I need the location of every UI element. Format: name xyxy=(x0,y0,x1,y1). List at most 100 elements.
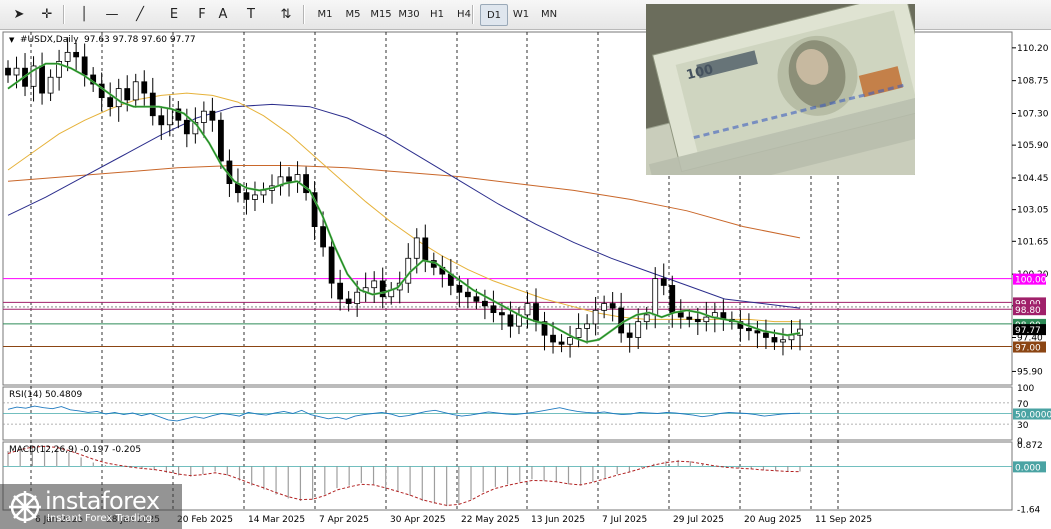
brand-tagline: Instant Forex Trading xyxy=(47,513,153,524)
candle-body xyxy=(771,337,778,343)
candle-body xyxy=(413,237,420,259)
candle-body xyxy=(575,328,582,338)
level-badge-label: 97.00 xyxy=(1015,344,1041,354)
candle-body xyxy=(601,303,608,311)
date-label: 30 Apr 2025 xyxy=(390,515,446,525)
trendline-icon[interactable]: ╱ xyxy=(129,4,151,24)
candle-body xyxy=(482,300,488,307)
candle-body xyxy=(107,97,114,108)
text-icon[interactable]: A xyxy=(212,4,234,24)
price-tick-label: 101.65 xyxy=(1017,237,1049,247)
candle-body xyxy=(524,303,531,316)
candle-body xyxy=(158,115,165,126)
candle-body xyxy=(686,316,693,320)
horizontal-line-icon[interactable]: — xyxy=(101,4,123,24)
toolbar-separator xyxy=(63,5,65,24)
arrows-icon[interactable]: ⇅ xyxy=(275,4,297,24)
macd-tick-label: 0.872 xyxy=(1017,441,1043,451)
crosshair-icon[interactable]: ✛ xyxy=(36,4,58,24)
text-label-icon[interactable]: T xyxy=(240,4,262,24)
candle-body xyxy=(533,303,539,323)
candle-body xyxy=(209,110,216,121)
candle-body xyxy=(132,81,139,101)
timeframe-m1-button[interactable]: M1 xyxy=(312,4,338,24)
candle-body xyxy=(337,282,344,300)
toolbar-separator xyxy=(303,5,305,24)
date-label: 14 Mar 2025 xyxy=(248,515,305,525)
candle-body xyxy=(677,312,684,318)
timeframe-h1-button[interactable]: H1 xyxy=(424,4,450,24)
price-tick-label: 110.20 xyxy=(1017,44,1049,54)
date-label: 11 Sep 2025 xyxy=(815,515,872,525)
chart-title: #USDX,Daily xyxy=(20,35,79,45)
candle-body xyxy=(141,81,148,94)
price-tick-label: 104.45 xyxy=(1017,174,1049,184)
price-tick-label: 107.30 xyxy=(1017,109,1049,119)
candle-body xyxy=(473,296,480,302)
candle-body xyxy=(422,237,429,261)
candle-body xyxy=(371,280,378,289)
candle-body xyxy=(643,314,650,323)
date-label: 7 Jul 2025 xyxy=(602,515,647,525)
chart-title-group: #USDX,Daily 97.63 97.78 97.60 97.77 xyxy=(20,35,196,45)
candle-body xyxy=(635,321,642,338)
candle-body xyxy=(490,305,497,313)
candle-body xyxy=(379,280,386,298)
timeframe-d1-button[interactable]: D1 xyxy=(480,4,508,26)
macd-zero-label: 0.000 xyxy=(1015,463,1041,473)
candle-body xyxy=(286,176,292,182)
fibonacci-expansion-icon[interactable]: E xyxy=(163,4,185,24)
candle-body xyxy=(660,278,667,286)
timeframe-m15-button[interactable]: M15 xyxy=(368,4,394,24)
timeframe-m5-button[interactable]: M5 xyxy=(340,4,366,24)
candle-body xyxy=(354,291,361,304)
title-dropdown-icon: ▼ xyxy=(9,36,15,44)
date-label: 7 Apr 2025 xyxy=(319,515,369,525)
candle-body xyxy=(149,92,156,117)
cursor-icon[interactable]: ➤ xyxy=(8,4,30,24)
candle-body xyxy=(567,337,573,345)
candle-body xyxy=(200,110,207,123)
candle-body xyxy=(81,56,88,76)
candle-body xyxy=(592,309,599,325)
candle-body xyxy=(218,119,224,162)
candle-body xyxy=(166,108,173,126)
timeframe-mn-button[interactable]: MN xyxy=(536,4,562,24)
date-label: 22 May 2025 xyxy=(461,515,520,525)
candle-body xyxy=(754,330,761,334)
candle-body xyxy=(252,194,258,200)
instaforex-logo: instaforex Instant Forex Trading xyxy=(0,484,182,529)
vertical-line-icon[interactable]: │ xyxy=(73,4,95,24)
date-label: 13 Jun 2025 xyxy=(531,515,585,525)
price-tick-label: 105.90 xyxy=(1017,141,1049,151)
timeframe-w1-button[interactable]: W1 xyxy=(508,4,534,24)
rsi-value-label: 50.0000 xyxy=(1015,411,1051,421)
candle-body xyxy=(507,314,514,327)
price-tick-label: 103.05 xyxy=(1017,206,1049,216)
candle-body xyxy=(115,88,122,108)
logo-mark-icon xyxy=(9,491,41,523)
date-label: 20 Feb 2025 xyxy=(177,515,233,525)
date-label: 29 Jul 2025 xyxy=(673,515,724,525)
candle-body xyxy=(5,67,11,76)
candle-body xyxy=(499,312,505,316)
ohlc-readout: 97.63 97.78 97.60 97.77 xyxy=(84,35,196,45)
candle-body xyxy=(328,246,335,284)
macd-tick-label: -1.64 xyxy=(1017,505,1041,515)
rsi-title: RSI(14) 50.4809 xyxy=(9,390,82,400)
fibonacci-fan-icon[interactable]: F xyxy=(191,4,213,24)
candle-body xyxy=(558,341,565,345)
dollar-banknote-image: 100 xyxy=(646,4,915,175)
level-badge-label: 97.77 xyxy=(1015,326,1041,336)
price-tick-label: 108.75 xyxy=(1017,77,1049,87)
candle-body xyxy=(780,339,786,343)
brand-name: instaforex xyxy=(45,487,160,515)
candle-body xyxy=(39,65,45,94)
candle-body xyxy=(47,76,54,94)
timeframe-m30-button[interactable]: M30 xyxy=(396,4,422,24)
candle-body xyxy=(456,285,463,293)
candle-body xyxy=(584,323,590,329)
price-tick-label: 95.90 xyxy=(1017,367,1043,377)
candle-body xyxy=(763,332,769,338)
candle-body xyxy=(746,328,752,332)
